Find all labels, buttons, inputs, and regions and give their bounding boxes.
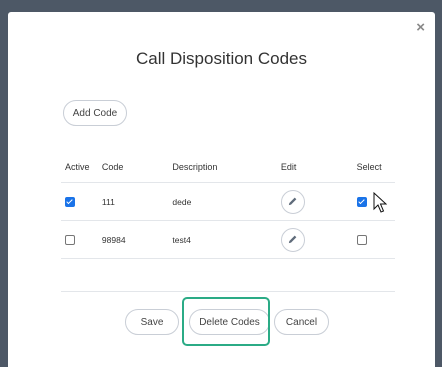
pencil-icon xyxy=(289,235,297,244)
select-checkbox[interactable] xyxy=(356,234,367,245)
table-row: 111 dede xyxy=(61,182,395,221)
active-cell xyxy=(61,182,98,221)
modal-title: Call Disposition Codes xyxy=(135,49,308,68)
select-cell xyxy=(352,220,395,259)
edit-cell xyxy=(276,182,353,221)
mouse-pointer-icon xyxy=(373,192,387,213)
close-icon[interactable]: × xyxy=(416,20,425,35)
header-select: Select xyxy=(352,152,395,183)
description-cell: dede xyxy=(168,182,277,221)
pencil-icon xyxy=(289,197,297,206)
edit-cell xyxy=(276,220,353,259)
table-row: 98984 test4 xyxy=(61,220,395,259)
call-disposition-codes-modal: × Call Disposition Codes Add Code Active… xyxy=(8,12,435,367)
footer-divider xyxy=(61,291,395,292)
select-checkbox[interactable] xyxy=(356,196,367,207)
code-cell: 111 xyxy=(97,182,169,221)
edit-button[interactable] xyxy=(280,227,305,252)
active-checkbox[interactable] xyxy=(65,196,75,207)
save-button[interactable]: Save xyxy=(125,309,179,335)
code-cell: 98984 xyxy=(97,220,169,259)
description-cell: test4 xyxy=(168,220,277,259)
edit-button[interactable] xyxy=(280,189,305,214)
codes-table: Active Code Description Edit Select 111 … xyxy=(61,152,395,259)
header-edit: Edit xyxy=(276,152,353,183)
add-code-button[interactable]: Add Code xyxy=(63,100,127,126)
active-checkbox[interactable] xyxy=(65,234,75,245)
table-header-row: Active Code Description Edit Select xyxy=(61,152,395,183)
delete-codes-button[interactable]: Delete Codes xyxy=(189,309,270,335)
header-description: Description xyxy=(168,152,277,183)
cancel-button[interactable]: Cancel xyxy=(274,309,329,335)
header-active: Active xyxy=(61,152,98,183)
active-cell xyxy=(61,220,98,259)
header-code: Code xyxy=(97,152,169,183)
